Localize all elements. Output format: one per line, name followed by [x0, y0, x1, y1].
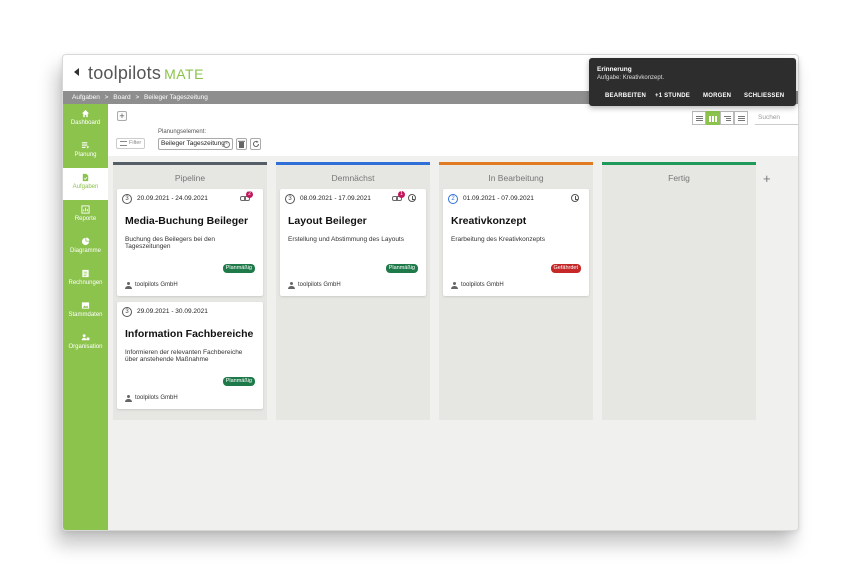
- trash-icon: [238, 140, 245, 148]
- board-icon: [709, 116, 717, 122]
- sidebar-item-reporte[interactable]: Reporte: [63, 200, 108, 232]
- task-title: Information Fachbereiche: [125, 328, 254, 340]
- planning-icon: [81, 142, 90, 149]
- person-icon: [451, 282, 458, 289]
- search-input[interactable]: Suchen: [755, 111, 798, 125]
- column-color-bar: [113, 162, 267, 165]
- filter-icon: [120, 141, 127, 146]
- column-fertig: Fertig: [602, 162, 756, 420]
- column-color-bar: [602, 162, 756, 165]
- task-title: Layout Beileger: [288, 215, 367, 227]
- task-card-information[interactable]: 3 29.09.2021 - 30.09.2021 Information Fa…: [117, 302, 263, 409]
- report-icon: [81, 205, 90, 214]
- logo: toolpilots MATE: [88, 63, 204, 83]
- column-title: Demnächst: [331, 173, 375, 183]
- image-icon: [81, 302, 90, 309]
- task-title: Media-Buchung Beileger: [125, 215, 249, 227]
- task-title: Kreativkonzept: [451, 215, 527, 227]
- plan-element-select[interactable]: Beileger Tageszeitung ×: [158, 138, 233, 150]
- column-title: Fertig: [668, 173, 690, 183]
- invoice-icon: [82, 269, 89, 278]
- task-icon: [82, 173, 89, 182]
- task-description: Buchung des Beilegers bei den Tageszeitu…: [125, 236, 215, 250]
- toast-title: Erinnerung: [597, 66, 632, 73]
- tree-view-button[interactable]: [720, 111, 734, 125]
- alarm-icon[interactable]: [571, 194, 579, 202]
- list-view-button[interactable]: [692, 111, 706, 125]
- task-count: 2: [448, 194, 458, 204]
- link-count-badge: 1: [398, 191, 405, 198]
- task-description: Erstellung und Abstimmung des Layouts: [288, 236, 404, 243]
- breadcrumb-current: Beileger Tageszeitung: [144, 94, 208, 101]
- sidebar-item-planung[interactable]: Planung: [63, 136, 108, 168]
- clear-icon[interactable]: ×: [223, 141, 230, 148]
- sidebar-item-organisation[interactable]: Organisation: [63, 328, 108, 360]
- toast-edit-button[interactable]: BEARBEITEN: [605, 93, 646, 99]
- status-badge: Planmäßig: [385, 264, 418, 273]
- task-description: Informieren der relevanten Fachbereiche …: [125, 349, 243, 363]
- refresh-icon: [252, 140, 259, 147]
- alarm-icon[interactable]: [408, 194, 416, 202]
- back-arrow-icon[interactable]: [74, 68, 79, 76]
- sidebar-item-diagramme[interactable]: Diagramme: [63, 232, 108, 264]
- task-card-kreativkonzept[interactable]: 2 01.09.2021 - 07.09.2021 Kreativkonzept…: [443, 189, 589, 296]
- column-title: In Bearbeitung: [488, 173, 544, 183]
- refresh-button[interactable]: [250, 138, 261, 150]
- task-dates: 01.09.2021 - 07.09.2021: [463, 195, 534, 202]
- status-badge: Gefährdet: [550, 264, 581, 273]
- person-icon: [125, 395, 132, 402]
- task-count: 3: [122, 194, 132, 204]
- task-dates: 29.09.2021 - 30.09.2021: [137, 308, 208, 315]
- sidebar-item-aufgaben[interactable]: Aufgaben: [63, 168, 108, 200]
- board-area: + Filter Planungselement: Beileger Tages…: [108, 104, 798, 530]
- task-dates: 08.09.2021 - 17.09.2021: [300, 195, 371, 202]
- add-task-button[interactable]: +: [117, 111, 127, 121]
- plan-element-label: Planungselement:: [158, 129, 207, 135]
- task-count: 3: [285, 194, 295, 204]
- breadcrumb-tasks[interactable]: Aufgaben: [72, 94, 100, 101]
- sidebar-item-rechnungen[interactable]: Rechnungen: [63, 264, 108, 296]
- status-badge: Planmäßig: [222, 264, 255, 273]
- toast-close-button[interactable]: SCHLIESSEN: [744, 93, 784, 99]
- column-demnaechst: Demnächst 3 08.09.2021 - 17.09.2021 1 La…: [276, 162, 430, 420]
- home-icon: [81, 109, 90, 118]
- person-icon: [288, 282, 295, 289]
- toast-tomorrow-button[interactable]: MORGEN: [703, 93, 731, 99]
- column-color-bar: [439, 162, 593, 165]
- delete-button[interactable]: [236, 138, 247, 150]
- column-color-bar: [276, 162, 430, 165]
- column-pipeline: Pipeline 3 20.09.2021 - 24.09.2021 2 Med…: [113, 162, 267, 420]
- reminder-toast: Erinnerung Aufgabe: Kreativkonzept. BEAR…: [589, 58, 796, 106]
- app-window: toolpilots MATE Aufgaben > Board > Beileg…: [62, 54, 799, 531]
- filter-button[interactable]: Filter: [116, 138, 146, 149]
- view-switcher: [692, 111, 750, 125]
- sidebar-item-dashboard[interactable]: Dashboard: [63, 104, 108, 136]
- sidebar-item-stammdaten[interactable]: Stammdaten: [63, 296, 108, 328]
- breadcrumb-board[interactable]: Board: [113, 94, 130, 101]
- task-owner: toolpilots GmbH: [288, 282, 341, 289]
- task-description: Erarbeitung des Kreativkonzepts: [451, 236, 545, 243]
- sidebar: Dashboard Planung Aufgaben Reporte Diagr…: [63, 104, 108, 530]
- toast-message: Aufgabe: Kreativkonzept.: [597, 75, 665, 81]
- person-icon: [125, 282, 132, 289]
- detail-list-view-button[interactable]: [734, 111, 748, 125]
- task-dates: 20.09.2021 - 24.09.2021: [137, 195, 208, 202]
- task-owner: toolpilots GmbH: [125, 395, 178, 402]
- toolbar: + Filter Planungselement: Beileger Tages…: [108, 104, 798, 156]
- pie-chart-icon: [81, 237, 90, 246]
- status-badge: Planmäßig: [222, 377, 255, 386]
- org-icon: [81, 334, 90, 341]
- toast-plus-hour-button[interactable]: +1 STUNDE: [655, 93, 690, 99]
- link-count-badge: 2: [246, 191, 253, 198]
- column-in-bearbeitung: In Bearbeitung 2 01.09.2021 - 07.09.2021…: [439, 162, 593, 420]
- column-title: Pipeline: [174, 173, 206, 183]
- task-card-media-buchung[interactable]: 3 20.09.2021 - 24.09.2021 2 Media-Buchun…: [117, 189, 263, 296]
- task-owner: toolpilots GmbH: [451, 282, 504, 289]
- board-view-button[interactable]: [706, 111, 720, 125]
- task-card-layout[interactable]: 3 08.09.2021 - 17.09.2021 1 Layout Beile…: [280, 189, 426, 296]
- add-column-button[interactable]: +: [763, 171, 771, 186]
- task-owner: toolpilots GmbH: [125, 282, 178, 289]
- task-count: 3: [122, 307, 132, 317]
